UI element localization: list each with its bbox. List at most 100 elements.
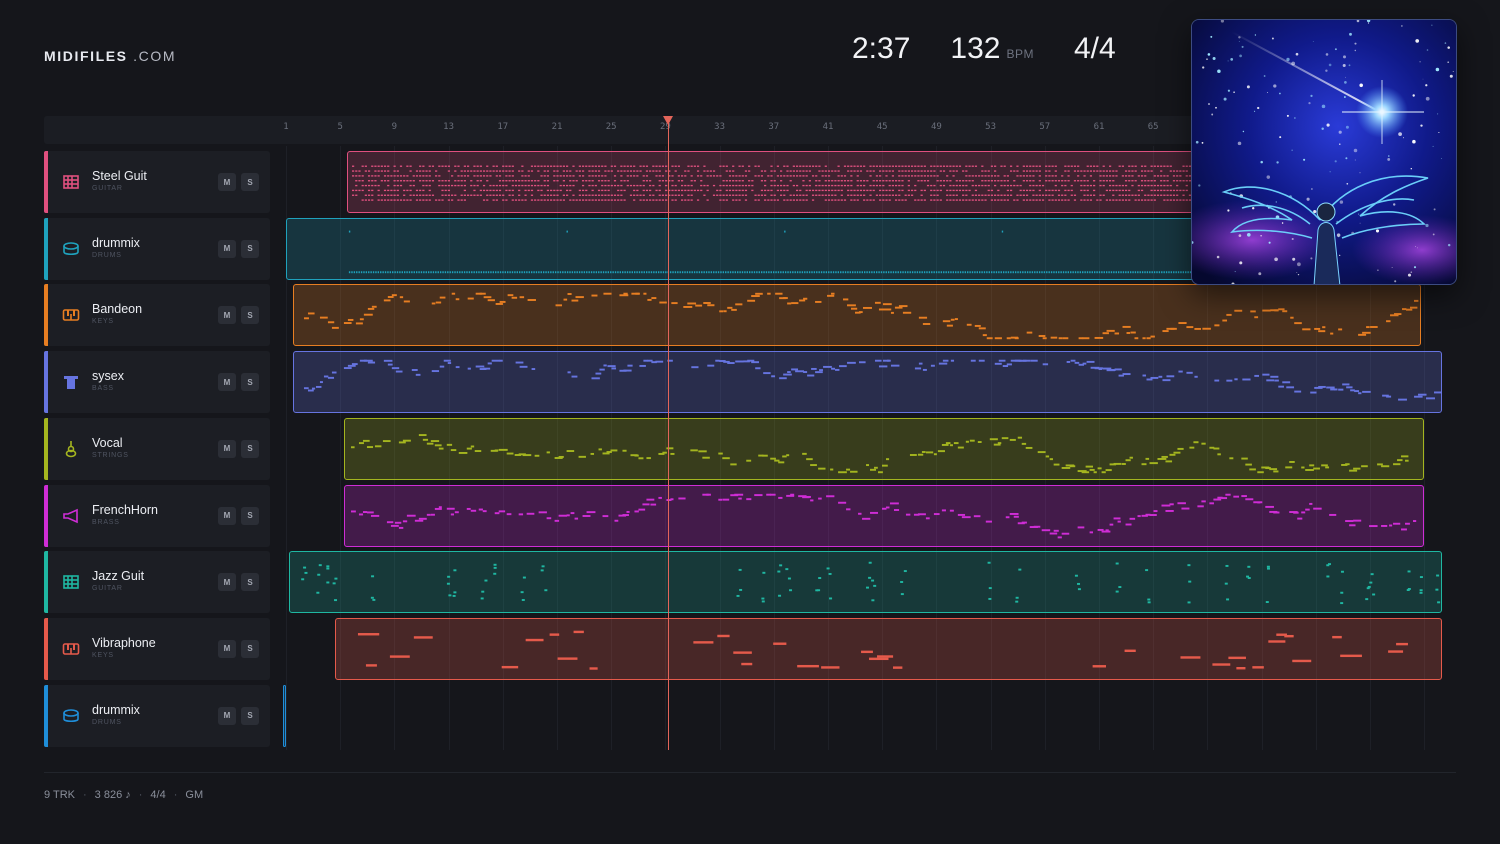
ruler-tick-label: 49 [930,122,942,132]
time-signature[interactable]: 4/4 [1074,32,1116,66]
ruler-tick-label: 57 [1039,122,1051,132]
ruler-tick-label: 5 [337,122,343,132]
track-color-stripe [44,217,48,280]
track-color-stripe [44,551,48,614]
track-category: DRUMS [92,718,122,726]
footer-track-count: 9 TRK [44,789,75,801]
track-color-stripe [44,151,48,213]
mute-button[interactable]: M [218,173,236,191]
track-color-stripe [44,484,48,547]
ruler-tick-label: 65 [1147,122,1159,132]
solo-button[interactable]: S [241,306,259,325]
mute-button[interactable]: M [218,506,236,525]
solo-button[interactable]: S [241,373,259,392]
footer-time-signature: 4/4 [150,789,166,801]
solo-button[interactable]: S [241,239,259,258]
brand-name: MIDIFILES [44,48,128,64]
ruler-tick-label: 21 [551,122,563,132]
ruler-tick-label: 61 [1093,122,1105,132]
drum-icon [62,707,80,725]
solo-button[interactable]: S [241,706,259,725]
track-name[interactable]: Vocal [92,436,123,450]
album-cover-image [1191,19,1457,285]
mute-button[interactable]: M [218,239,236,258]
strings-icon [62,440,80,458]
midi-region[interactable] [283,684,287,747]
ruler-tick-label: 53 [985,122,997,132]
track-header[interactable]: drummix DRUMS M S [44,217,270,280]
track-header[interactable]: Jazz Guit GUITAR M S [44,551,270,614]
footer-note-count: 3 826 ♪ [94,789,131,801]
midi-notes [303,293,1419,340]
footer-separator: · [173,789,178,801]
track-header[interactable]: sysex BASS M S [44,351,270,414]
track-category: KEYS [92,651,114,659]
ruler-tick-label: 33 [714,122,726,132]
track-category: KEYS [92,318,114,326]
track-header[interactable]: Bandeon KEYS M S [44,284,270,347]
track-header[interactable]: Vocal STRINGS M S [44,417,270,480]
midi-notes [284,686,285,746]
mute-button[interactable]: M [218,706,236,725]
ruler-tick-label: 25 [605,122,617,132]
mute-button[interactable]: M [218,573,236,592]
midi-notes [300,561,1440,605]
solo-button[interactable]: S [241,506,259,525]
track-name[interactable]: FrenchHorn [92,503,158,517]
track-name[interactable]: Bandeon [92,302,142,316]
mute-button[interactable]: M [218,439,236,458]
ruler-tick-label: 1 [283,122,289,132]
midi-notes [351,493,1417,538]
midi-region[interactable] [288,551,1442,614]
track-header[interactable]: Steel Guit GUITAR M S [44,151,270,213]
midi-region[interactable] [344,417,1425,480]
footer-midi-standard: GM [185,789,204,801]
track-name[interactable]: drummix [92,703,140,717]
mute-button[interactable]: M [218,639,236,658]
ruler-tick-label: 17 [497,122,509,132]
mute-button[interactable]: M [218,373,236,392]
track-category: GUITAR [92,185,123,192]
mute-button[interactable]: M [218,306,236,325]
midi-region[interactable] [334,617,1442,680]
keys-icon [62,640,80,658]
footer-separator: · [138,789,143,801]
track-color-stripe [44,617,48,680]
midi-notes [303,359,1441,401]
brass-icon [62,507,80,525]
track-header[interactable]: FrenchHorn BRASS M S [44,484,270,547]
track-category: BRASS [92,518,120,526]
track-name[interactable]: Vibraphone [92,636,156,650]
playhead-line[interactable] [668,120,670,750]
solo-button[interactable]: S [241,573,259,592]
ruler-tick-label: 9 [391,122,398,132]
track-header[interactable]: Vibraphone KEYS M S [44,617,270,680]
midi-notes [351,433,1409,473]
guitar-icon [62,173,80,191]
solo-button[interactable]: S [241,173,259,191]
brand-logo[interactable]: MIDIFILES .COM [44,48,176,64]
ruler-tick-label: 45 [876,122,888,132]
track-color-stripe [44,684,48,747]
track-header[interactable]: drummix DRUMS M S [44,684,270,747]
ruler-tick-label: 41 [822,122,834,132]
midi-region[interactable] [292,351,1442,414]
bpm-unit: BPM [1006,47,1034,61]
solo-button[interactable]: S [241,439,259,458]
transport-stats: 2:37 132 BPM 4/4 [852,32,1116,66]
footer-separator: · [82,789,87,801]
bpm-display[interactable]: 132 [950,32,1000,66]
midi-notes [357,630,1408,670]
footer-stats: 9 TRK · 3 826 ♪ · 4/4 · GM [44,789,203,801]
time-display: 2:37 [852,32,911,65]
track-name[interactable]: drummix [92,236,140,250]
track-name[interactable]: sysex [92,369,124,383]
track-name[interactable]: Jazz Guit [92,569,144,583]
guitar-icon [62,573,80,591]
midi-region[interactable] [344,484,1425,547]
midi-region[interactable] [292,284,1422,347]
solo-button[interactable]: S [241,639,259,658]
track-color-stripe [44,351,48,414]
track-category: BASS [92,385,114,393]
track-name[interactable]: Steel Guit [92,169,147,183]
